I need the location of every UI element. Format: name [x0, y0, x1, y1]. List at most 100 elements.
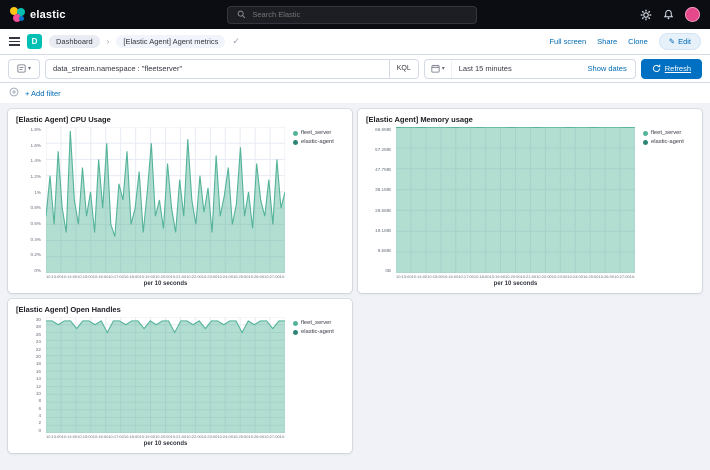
open-handles-chart[interactable]	[46, 317, 285, 433]
legend-dot-icon	[643, 131, 648, 136]
legend-label: elastic-agent	[301, 329, 334, 335]
saved-query-menu-button[interactable]: ▾	[8, 59, 40, 79]
calendar-menu-button[interactable]: ▾	[425, 60, 452, 78]
panel-memory-usage: [Elastic Agent] Memory usage 66.6MB 57.2M…	[358, 109, 702, 293]
app-header: elastic	[0, 0, 710, 29]
y-tick-label: 30	[36, 317, 41, 322]
breadcrumb-separator: ›	[107, 37, 110, 46]
x-axis-label: per 10 seconds	[46, 280, 285, 289]
search-input[interactable]	[252, 10, 469, 19]
y-tick-label: 1.4%	[31, 158, 41, 163]
kql-syntax-button[interactable]: KQL	[389, 60, 418, 78]
y-axis: 302826242220181614121086420	[16, 317, 43, 433]
legend: fleet_server elastic-agent	[638, 127, 694, 289]
x-axis-label: per 10 seconds	[396, 280, 635, 289]
query-bar: ▾ KQL ▾ Last 15 minutes Show dates Refre…	[0, 55, 710, 83]
elastic-logo-icon	[10, 7, 25, 22]
x-axis-label: per 10 seconds	[46, 440, 285, 449]
cpu-usage-chart[interactable]	[46, 127, 285, 273]
panel-title: [Elastic Agent] Open Handles	[16, 305, 344, 314]
pencil-icon: ✎	[669, 37, 675, 46]
y-tick-label: 20	[36, 354, 41, 359]
y-tick-label: 0.8%	[31, 205, 41, 210]
legend-dot-icon	[293, 330, 298, 335]
refresh-button[interactable]: Refresh	[641, 59, 702, 79]
x-axis: 10:13:0010:14:0010:15:0010:16:0010:17:00…	[396, 273, 635, 280]
clone-button[interactable]: Clone	[628, 37, 648, 46]
legend: fleet_server elastic-agent	[288, 127, 344, 289]
y-tick-label: 18	[36, 361, 41, 366]
search-icon	[235, 8, 247, 21]
y-tick-label: 0.6%	[31, 221, 41, 226]
full-screen-button[interactable]: Full screen	[549, 37, 586, 46]
memory-usage-chart[interactable]	[396, 127, 635, 273]
panel-title: [Elastic Agent] Memory usage	[366, 115, 694, 124]
dashboard-grid: [Elastic Agent] CPU Usage 1.8%1.6%1.4%1.…	[0, 103, 710, 470]
y-tick-label: 26	[36, 332, 41, 337]
y-tick-label: 19.1MB	[375, 228, 391, 233]
legend-item[interactable]: elastic-agent	[293, 139, 344, 145]
chevron-down-icon: ▾	[28, 65, 31, 72]
y-tick-label: 0B	[385, 268, 391, 273]
notifications-bell-icon[interactable]	[662, 8, 675, 21]
show-dates-button[interactable]: Show dates	[580, 64, 635, 73]
y-tick-label: 12	[36, 384, 41, 389]
elastic-logo[interactable]: elastic	[10, 7, 66, 22]
y-tick-label: 10	[36, 391, 41, 396]
time-range-value[interactable]: Last 15 minutes	[452, 64, 519, 73]
y-tick-label: 2	[38, 420, 41, 425]
y-tick-label: 6	[38, 406, 41, 411]
legend-label: fleet_server	[651, 130, 681, 136]
y-tick-label: 9.5MB	[378, 248, 391, 253]
user-avatar[interactable]	[685, 7, 700, 22]
y-tick-label: 47.7MB	[375, 167, 391, 172]
y-tick-label: 1.2%	[31, 174, 41, 179]
legend-item[interactable]: elastic-agent	[293, 329, 344, 335]
y-tick-label: 66.6MB	[375, 127, 391, 132]
kql-query-input[interactable]	[46, 64, 389, 73]
y-tick-label: 1.8%	[31, 127, 41, 132]
settings-gear-icon[interactable]	[639, 8, 652, 21]
legend-item[interactable]: elastic-agent	[643, 139, 694, 145]
y-axis: 66.6MB 57.2MB 47.7MB 38.1MB 28.6MB 19.1MB 9.5M…	[366, 127, 393, 273]
y-tick-label: 0	[38, 428, 41, 433]
breadcrumb-current[interactable]: [Elastic Agent] Agent metrics	[116, 35, 225, 48]
y-tick-label: 38.1MB	[375, 187, 391, 192]
y-tick-label: 0.2%	[31, 252, 41, 257]
legend-dot-icon	[643, 140, 648, 145]
legend-dot-icon	[293, 321, 298, 326]
x-axis: 10:13:0010:14:0010:15:0010:16:0010:17:00…	[46, 433, 285, 440]
y-tick-label: 0%	[34, 268, 41, 273]
menu-hamburger-icon[interactable]	[9, 37, 20, 46]
y-tick-label: 4	[38, 413, 41, 418]
legend-item[interactable]: fleet_server	[643, 130, 694, 136]
y-tick-label: 24	[36, 339, 41, 344]
y-axis: 1.8%1.6%1.4%1.2%1%0.8%0.6%0.4%0.2%0%	[16, 127, 43, 273]
y-tick-label: 22	[36, 347, 41, 352]
refresh-icon	[652, 64, 661, 73]
legend-item[interactable]: fleet_server	[293, 130, 344, 136]
global-search[interactable]	[227, 6, 477, 24]
add-filter-button[interactable]: + Add filter	[25, 89, 61, 98]
navigation-bar: D Dashboard › [Elastic Agent] Agent metr…	[0, 29, 710, 55]
legend-label: elastic-agent	[651, 139, 684, 145]
panel-cpu-usage: [Elastic Agent] CPU Usage 1.8%1.6%1.4%1.…	[8, 109, 352, 293]
share-button[interactable]: Share	[597, 37, 617, 46]
saved-check-icon: ✓	[232, 36, 240, 47]
breadcrumb-dashboard[interactable]: Dashboard	[49, 35, 100, 48]
y-tick-label: 8	[38, 398, 41, 403]
y-tick-label: 0.4%	[31, 237, 41, 242]
panel-open-handles: [Elastic Agent] Open Handles 30282624222…	[8, 299, 352, 453]
edit-button[interactable]: ✎ Edit	[659, 33, 701, 50]
filter-circle-icon[interactable]	[9, 84, 19, 102]
query-input-group: KQL	[45, 59, 419, 79]
legend: fleet_server elastic-agent	[288, 317, 344, 449]
y-tick-label: 28	[36, 324, 41, 329]
filter-row: + Add filter	[0, 83, 710, 103]
legend-item[interactable]: fleet_server	[293, 320, 344, 326]
dashboard-app-icon[interactable]: D	[27, 34, 42, 49]
y-tick-label: 57.2MB	[375, 147, 391, 152]
y-tick-label: 28.6MB	[375, 208, 391, 213]
panel-title: [Elastic Agent] CPU Usage	[16, 115, 344, 124]
y-tick-label: 1%	[34, 190, 41, 195]
